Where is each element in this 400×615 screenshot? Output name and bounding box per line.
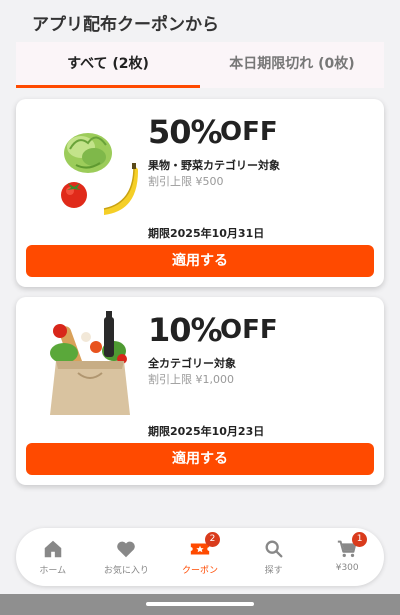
discount-percent: 50% bbox=[148, 113, 223, 151]
coupon-tabs: すべて (2枚) 本日期限切れ (0枚) bbox=[16, 42, 384, 88]
nav-label: クーポン bbox=[181, 566, 218, 576]
heart-icon bbox=[117, 541, 136, 558]
discount-limit: 割引上限 ¥500 bbox=[148, 175, 224, 188]
nav-favorites[interactable]: お気に入り bbox=[91, 532, 161, 582]
system-bottom-bar bbox=[0, 594, 400, 615]
coupon-expiry: 期限2025年10月23日 bbox=[148, 425, 265, 438]
apply-button[interactable]: 適用する bbox=[26, 245, 374, 277]
discount-percent: 10% bbox=[148, 311, 223, 349]
header: アプリ配布クーポンから bbox=[0, 0, 400, 42]
nav-cart[interactable]: 1 ¥300 bbox=[312, 532, 382, 582]
nav-label: お気に入り bbox=[103, 566, 149, 576]
grocery-bag-image bbox=[26, 307, 154, 419]
nav-search[interactable]: 探す bbox=[239, 532, 309, 582]
nav-coupon[interactable]: 2 クーポン bbox=[165, 532, 235, 582]
coupon-target: 果物・野菜カテゴリー対象 bbox=[148, 159, 280, 172]
coupon-card: 10% OFF 全カテゴリー対象 割引上限 ¥1,000 期限2025年10月2… bbox=[16, 297, 384, 485]
coupon-card: 50% OFF 果物・野菜カテゴリー対象 割引上限 ¥500 期限2025年10… bbox=[16, 99, 384, 287]
home-icon bbox=[44, 540, 62, 558]
page-title: アプリ配布クーポンから bbox=[32, 15, 219, 35]
coupon-expiry: 期限2025年10月31日 bbox=[148, 227, 265, 240]
nav-label: ¥300 bbox=[335, 563, 359, 573]
apply-button[interactable]: 適用する bbox=[26, 443, 374, 475]
nav-label: 探す bbox=[264, 566, 283, 576]
tab-expiring-today[interactable]: 本日期限切れ (0枚) bbox=[200, 42, 384, 88]
home-indicator[interactable] bbox=[146, 602, 254, 606]
cart-count-badge: 1 bbox=[352, 532, 368, 547]
vegetables-fruits-image bbox=[26, 109, 154, 221]
tab-all[interactable]: すべて (2枚) bbox=[16, 42, 200, 88]
search-icon bbox=[265, 540, 283, 558]
bottom-navigation: ホーム お気に入り 2 クーポン 探す 1 ¥300 bbox=[16, 528, 384, 586]
nav-home[interactable]: ホーム bbox=[18, 532, 88, 582]
discount-off-label: OFF bbox=[220, 315, 278, 345]
discount-off-label: OFF bbox=[220, 117, 278, 147]
discount-limit: 割引上限 ¥1,000 bbox=[148, 373, 234, 386]
nav-label: ホーム bbox=[39, 566, 67, 576]
coupon-target: 全カテゴリー対象 bbox=[148, 357, 236, 370]
notification-badge: 2 bbox=[204, 532, 220, 547]
